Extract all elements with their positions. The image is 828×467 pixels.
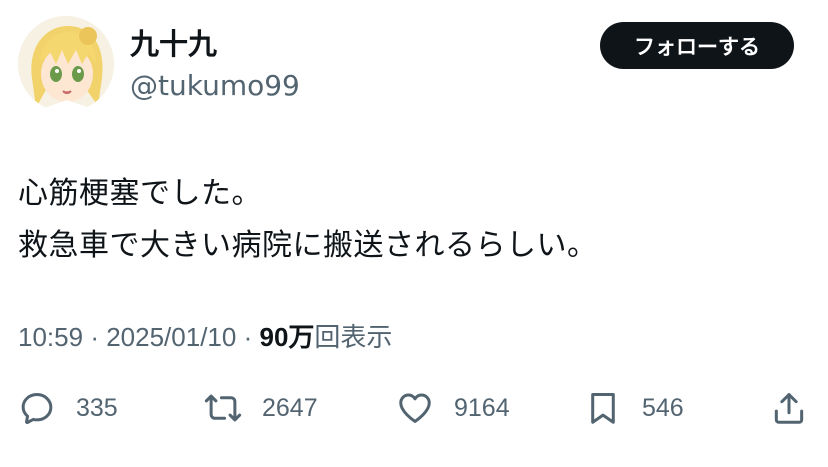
views-label: 回表示 (314, 322, 393, 352)
like-button[interactable]: 9164 (396, 385, 510, 431)
tweet-time[interactable]: 10:59 (18, 322, 83, 352)
bookmark-count: 546 (642, 393, 684, 422)
reply-icon (21, 393, 53, 425)
tweet-date[interactable]: 2025/01/10 (106, 322, 236, 352)
meta-separator: · (90, 322, 99, 352)
avatar[interactable] (18, 16, 114, 112)
retweet-button[interactable]: 2647 (204, 385, 318, 431)
heart-icon (399, 393, 431, 423)
user-display-name[interactable]: 九十九 (130, 24, 217, 64)
retweet-count: 2647 (262, 393, 318, 422)
user-handle[interactable]: @tukumo99 (130, 68, 300, 104)
bookmark-icon (591, 393, 615, 424)
bookmark-button[interactable]: 546 (584, 385, 684, 431)
meta-separator: · (243, 322, 253, 352)
avatar-image (18, 16, 114, 112)
share-button[interactable] (770, 385, 808, 431)
retweet-icon (204, 394, 242, 422)
views-count: 90万 (259, 322, 315, 352)
tweet-text-line: 救急車で大きい病院に搬送されるらしい。 (18, 228, 598, 263)
share-icon (774, 393, 804, 424)
tweet-text-line: 心筋梗塞でした。 (18, 176, 262, 211)
tweet-meta: 10:59 · 2025/01/10 · 90万回表示 (18, 317, 392, 357)
follow-button[interactable]: フォローする (600, 22, 794, 69)
reply-button[interactable]: 335 (18, 385, 118, 431)
like-count: 9164 (454, 393, 510, 422)
tweet-text: 心筋梗塞でした。 救急車で大きい病院に搬送されるらしい。 (18, 168, 598, 272)
action-bar: 335 2647 9164 546 (0, 385, 828, 431)
reply-count: 335 (76, 393, 118, 422)
